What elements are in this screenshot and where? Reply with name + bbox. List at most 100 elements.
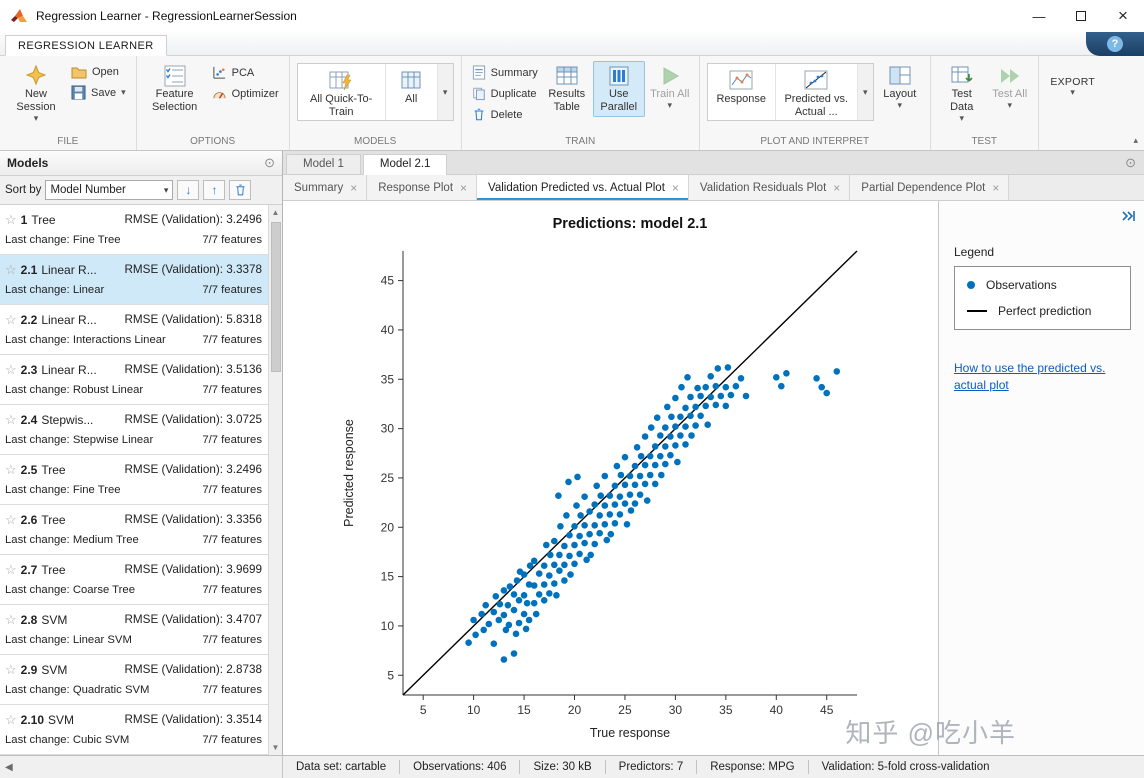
gallery-item-response[interactable]: Response [708, 64, 776, 121]
model-card-row-1: ☆ 2.7 Tree RMSE (Validation): 3.9699 [5, 559, 262, 580]
close-tab-icon[interactable]: × [350, 181, 357, 195]
scrollbar-thumb[interactable] [270, 222, 281, 372]
favorite-star-icon[interactable]: ☆ [5, 462, 17, 478]
ribbon-section-models: All Quick-To-Train All ▾ MODELS [290, 56, 462, 150]
ribbon-section-test: Test Data ▾ Test All ▾ TEST [931, 56, 1039, 150]
new-session-button[interactable]: New Session ▾ [7, 61, 65, 126]
favorite-star-icon[interactable]: ☆ [5, 262, 17, 278]
close-tab-icon[interactable]: × [992, 181, 999, 195]
favorite-star-icon[interactable]: ☆ [5, 512, 17, 528]
optimizer-button[interactable]: Optimizer [209, 85, 282, 102]
help-button[interactable]: ? [1107, 36, 1123, 52]
model-list-item[interactable]: ☆ 2.5 Tree RMSE (Validation): 3.2496 Last ch… [0, 455, 268, 505]
results-table-label: Results Table [548, 88, 586, 113]
model-list-item[interactable]: ☆ 2.7 Tree RMSE (Validation): 3.9699 Last ch… [0, 555, 268, 605]
status-field: Size: 30 kB [533, 761, 592, 773]
minimize-button[interactable]: — [1018, 0, 1060, 32]
favorite-star-icon[interactable]: ☆ [5, 612, 17, 628]
favorite-star-icon[interactable]: ☆ [5, 712, 17, 728]
save-button[interactable]: Save ▾ [68, 84, 129, 101]
test-data-button[interactable]: Test Data ▾ [938, 61, 986, 126]
sort-by-select[interactable]: Model Number ▾ [45, 180, 174, 200]
delete-model-button[interactable] [229, 180, 252, 200]
test-all-button[interactable]: Test All ▾ [989, 61, 1031, 113]
summary-label: Summary [490, 66, 538, 79]
close-tab-icon[interactable]: × [833, 181, 840, 195]
feature-selection-button[interactable]: Feature Selection [144, 61, 206, 117]
model-rmse: RMSE (Validation): 3.5136 [124, 363, 262, 376]
favorite-star-icon[interactable]: ☆ [5, 412, 17, 428]
gallery-item-all[interactable]: All [386, 64, 438, 121]
document-options-icon[interactable]: ⊙ [1125, 155, 1136, 171]
figure-tab[interactable]: Validation Predicted vs. Actual Plot × [477, 175, 689, 200]
model-list-item[interactable]: ☆ 2.4 Stepwis... RMSE (Validation): 3.0725 L… [0, 405, 268, 455]
chevron-down-icon: ▾ [1070, 87, 1076, 98]
document-tab[interactable]: Model 1 [286, 154, 361, 174]
scroll-up-icon[interactable]: ▲ [272, 205, 280, 220]
panel-options-icon[interactable]: ⊙ [264, 155, 275, 171]
sort-descending-button[interactable]: ↓ [177, 180, 200, 200]
figure-tab[interactable]: Response Plot × [367, 175, 478, 200]
model-features: 7/7 features [202, 733, 262, 746]
summary-button[interactable]: Summary [469, 64, 541, 81]
delete-button[interactable]: Delete [469, 106, 541, 123]
model-list-item[interactable]: ☆ 2.8 SVM RMSE (Validation): 3.4707 Last cha… [0, 605, 268, 655]
model-list-item[interactable]: ☆ 2.2 Linear R... RMSE (Validation): 5.8318… [0, 305, 268, 355]
figure-tab[interactable]: Validation Residuals Plot × [688, 175, 851, 200]
duplicate-button[interactable]: Duplicate [469, 85, 541, 102]
model-card-row-1: ☆ 2.10 SVM RMSE (Validation): 3.3514 [5, 709, 262, 730]
model-list-item[interactable]: ☆ 2.6 Tree RMSE (Validation): 3.3356 Last ch… [0, 505, 268, 555]
model-list-item[interactable]: ☆ 2.9 SVM RMSE (Validation): 2.8738 Last cha… [0, 655, 268, 705]
ribbon-tab-row: REGRESSION LEARNER ? [0, 32, 1144, 56]
title-bar: Regression Learner - RegressionLearnerSe… [0, 0, 1144, 32]
favorite-star-icon[interactable]: ☆ [5, 362, 17, 378]
plot-gallery-expand-button[interactable]: ▾ [857, 64, 873, 121]
chevron-down-icon: ▾ [163, 184, 169, 195]
model-list-item[interactable]: ☆ 2.10 SVM RMSE (Validation): 3.3514 Last ch… [0, 705, 268, 755]
close-tab-icon[interactable]: × [672, 181, 679, 195]
close-button[interactable]: × [1102, 0, 1144, 32]
model-card-row-2: Last change: Quadratic SVM 7/7 features [5, 680, 262, 699]
close-tab-icon[interactable]: × [460, 181, 467, 195]
export-button[interactable]: EXPORT ▾ [1046, 61, 1100, 100]
open-button[interactable]: Open [68, 64, 129, 80]
use-parallel-button[interactable]: Use Parallel [592, 61, 645, 117]
layout-button[interactable]: Layout ▾ [877, 61, 923, 113]
model-list-item[interactable]: ☆ 1 Tree RMSE (Validation): 3.2496 Last chan… [0, 205, 268, 255]
collapse-ribbon-icon[interactable]: ▴ [1133, 135, 1138, 146]
summary-icon [472, 65, 485, 80]
arrow-down-icon: ↓ [185, 183, 192, 197]
favorite-star-icon[interactable]: ☆ [5, 212, 17, 228]
tab-regression-learner[interactable]: REGRESSION LEARNER [5, 35, 167, 56]
scroll-down-icon[interactable]: ▼ [272, 740, 280, 755]
favorite-star-icon[interactable]: ☆ [5, 562, 17, 578]
collapse-panel-icon[interactable]: ◀ [5, 762, 13, 773]
optimizer-icon [213, 92, 226, 99]
section-label-options: OPTIONS [190, 136, 236, 147]
model-card-row-2: Last change: Fine Tree 7/7 features [5, 480, 262, 499]
maximize-button[interactable] [1060, 0, 1102, 32]
document-tab[interactable]: Model 2.1 [362, 154, 448, 175]
model-list-item[interactable]: ☆ 2.1 Linear R... RMSE (Validation): 3.3378… [0, 255, 268, 305]
dock-figure-icon[interactable] [1121, 209, 1137, 223]
model-card-row-1: ☆ 2.1 Linear R... RMSE (Validation): 3.3378 [5, 259, 262, 280]
model-card-row-2: Last change: Interactions Linear 7/7 feat… [5, 330, 262, 349]
model-list-item[interactable]: ☆ 2.3 Linear R... RMSE (Validation): 3.5136… [0, 355, 268, 405]
results-table-button[interactable]: Results Table [544, 61, 590, 117]
figure-tab[interactable]: Summary × [283, 175, 368, 200]
figure-tab[interactable]: Partial Dependence Plot × [850, 175, 1010, 200]
train-all-button[interactable]: Train All ▾ [648, 61, 692, 113]
how-to-use-link[interactable]: How to use the predicted vs. actual plot [954, 360, 1131, 395]
models-gallery-expand-button[interactable]: ▾ [437, 64, 453, 121]
duplicate-label: Duplicate [490, 87, 537, 100]
model-list-scrollbar[interactable]: ▲ ▼ [268, 205, 282, 755]
gallery-item-all-quick-to-train[interactable]: All Quick-To-Train [298, 64, 386, 121]
favorite-star-icon[interactable]: ☆ [5, 312, 17, 328]
gallery-item-predicted-vs-actual[interactable]: Predicted vs. Actual ... [776, 64, 858, 121]
section-label-file: FILE [57, 136, 79, 147]
x-tick-label: 45 [820, 703, 834, 717]
favorite-star-icon[interactable]: ☆ [5, 662, 17, 678]
pca-button[interactable]: PCA [209, 64, 282, 81]
sort-ascending-button[interactable]: ↑ [203, 180, 226, 200]
delete-trash-icon [474, 108, 484, 121]
